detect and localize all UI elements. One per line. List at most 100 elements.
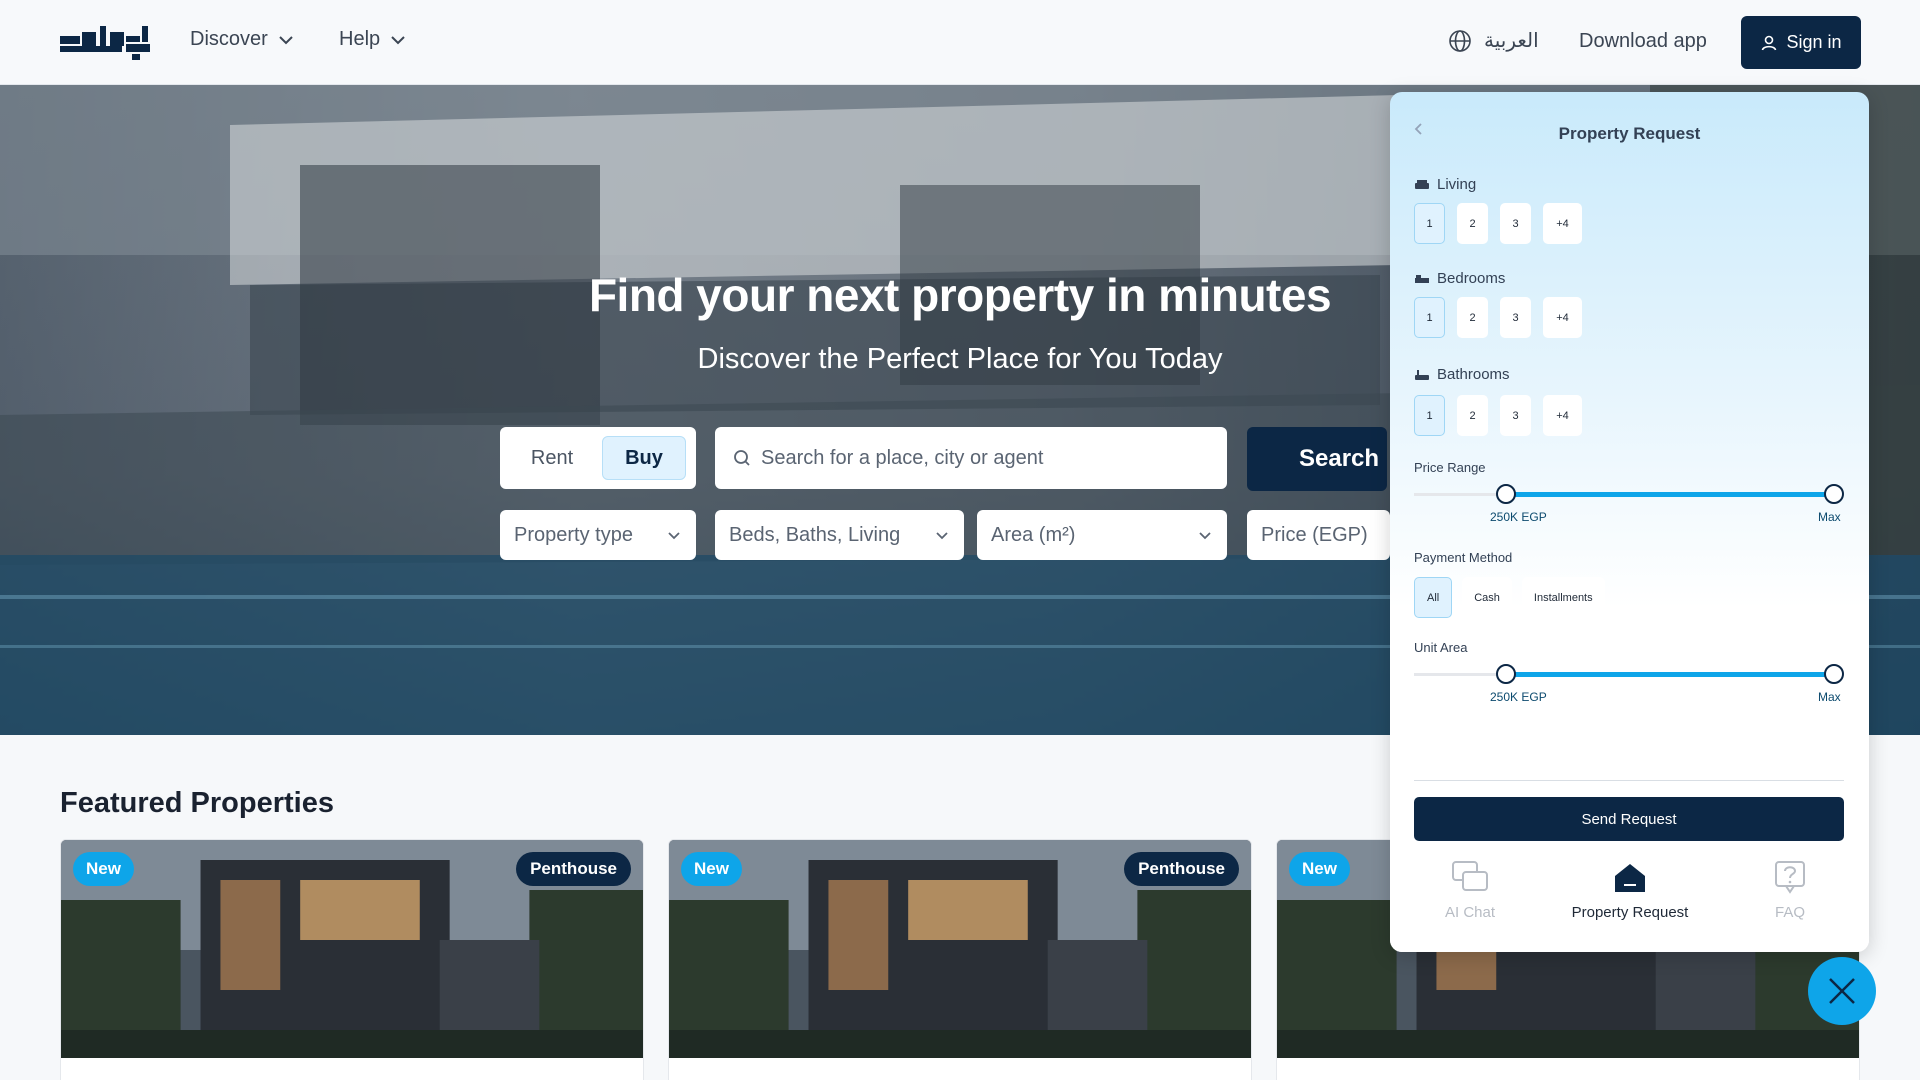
bathrooms-option[interactable]: 1	[1414, 395, 1445, 436]
chevron-down-icon	[391, 35, 405, 44]
chat-icon	[1452, 861, 1488, 891]
property-type-select[interactable]: Property type	[500, 510, 696, 560]
price-select[interactable]: Price (EGP)	[1247, 510, 1390, 560]
nav-discover[interactable]: Discover	[190, 28, 294, 51]
bathrooms-option[interactable]: +4	[1543, 395, 1582, 436]
close-chat-button[interactable]	[1808, 957, 1876, 1025]
unit-area-max-label: Max	[1818, 690, 1841, 704]
chevron-down-icon	[668, 532, 680, 540]
bathrooms-label: Bathrooms	[1414, 366, 1510, 383]
user-icon	[1762, 35, 1777, 50]
price-label: Price (EGP)	[1261, 523, 1368, 546]
bathrooms-option[interactable]: 3	[1500, 395, 1531, 436]
tab-faq[interactable]: FAQ	[1710, 860, 1869, 921]
tab-property-request[interactable]: Property Request	[1550, 860, 1710, 921]
slider-fill	[1506, 672, 1834, 677]
property-request-panel: Property Request Living 1 2 3 +4 Bedroom…	[1390, 92, 1869, 952]
search-icon	[734, 450, 750, 466]
home-icon	[1615, 864, 1645, 892]
language-switch[interactable]: العربية	[1448, 28, 1539, 53]
chevron-down-icon	[279, 35, 293, 44]
unit-area-label: Unit Area	[1414, 640, 1468, 655]
payment-option-cash[interactable]: Cash	[1462, 577, 1512, 618]
slider-min-handle[interactable]	[1496, 484, 1516, 504]
payment-option-installments[interactable]: Installments	[1521, 577, 1605, 618]
property-type-badge: Penthouse	[1124, 852, 1239, 886]
send-request-button[interactable]: Send Request	[1414, 797, 1844, 841]
sign-in-button[interactable]: Sign in	[1741, 16, 1861, 69]
divider	[1414, 780, 1844, 781]
new-badge: New	[681, 852, 742, 886]
search-input[interactable]: Search for a place, city or agent	[715, 427, 1227, 489]
slider-max-handle[interactable]	[1824, 484, 1844, 504]
bathtub-icon	[1415, 369, 1429, 380]
new-badge: New	[1289, 852, 1350, 886]
slider-fill	[1506, 492, 1834, 497]
rent-buy-toggle: Rent Buy	[500, 427, 696, 489]
beds-baths-label: Beds, Baths, Living	[729, 523, 901, 546]
slider-min-handle[interactable]	[1496, 664, 1516, 684]
unit-area-min-label: 250K EGP	[1490, 690, 1547, 704]
payment-option-all[interactable]: All	[1414, 577, 1453, 618]
tab-faq-label: FAQ	[1774, 904, 1805, 921]
brand-logo[interactable]	[60, 22, 150, 62]
language-label: العربية	[1484, 30, 1539, 52]
rent-option[interactable]: Rent	[510, 436, 594, 480]
nav-help-label: Help	[339, 28, 381, 50]
payment-options: All Cash Installments	[1414, 577, 1605, 618]
top-header: Discover Help العربية Download app Sign …	[0, 0, 1920, 85]
property-card[interactable]: New Penthouse	[60, 839, 644, 1080]
sofa-icon	[1415, 179, 1429, 189]
tab-ai-chat[interactable]: AI Chat	[1390, 860, 1550, 921]
price-range-label: Price Range	[1414, 460, 1486, 475]
price-max-label: Max	[1818, 510, 1841, 524]
chevron-down-icon	[936, 532, 948, 540]
search-button[interactable]: Search	[1247, 427, 1387, 491]
featured-properties-title: Featured Properties	[60, 787, 334, 819]
unit-area-slider[interactable]	[1414, 664, 1844, 684]
property-card[interactable]: New Penthouse	[668, 839, 1252, 1080]
chevron-down-icon	[1199, 532, 1211, 540]
bedrooms-option[interactable]: +4	[1543, 297, 1582, 338]
living-option[interactable]: 3	[1500, 203, 1531, 244]
living-text: Living	[1437, 176, 1477, 193]
living-option[interactable]: +4	[1543, 203, 1582, 244]
bathrooms-option[interactable]: 2	[1457, 395, 1488, 436]
bedrooms-option[interactable]: 1	[1414, 297, 1445, 338]
faq-icon	[1775, 861, 1805, 894]
living-options: 1 2 3 +4	[1414, 203, 1582, 244]
bathrooms-options: 1 2 3 +4	[1414, 395, 1582, 436]
tab-ai-chat-label: AI Chat	[1444, 904, 1496, 921]
search-placeholder: Search for a place, city or agent	[761, 446, 1044, 469]
download-app-link[interactable]: Download app	[1579, 30, 1707, 53]
area-label: Area (m²)	[991, 523, 1076, 546]
panel-title: Property Request	[1558, 124, 1701, 143]
nav-help[interactable]: Help	[339, 28, 406, 51]
sign-in-label: Sign in	[1786, 32, 1842, 52]
slider-max-handle[interactable]	[1824, 664, 1844, 684]
globe-icon	[1449, 29, 1471, 52]
buy-option[interactable]: Buy	[602, 436, 686, 480]
tab-property-request-label: Property Request	[1571, 904, 1689, 921]
bedrooms-option[interactable]: 3	[1500, 297, 1531, 338]
nav-discover-label: Discover	[190, 28, 268, 50]
bed-icon	[1415, 274, 1429, 283]
bedrooms-text: Bedrooms	[1437, 270, 1506, 287]
price-min-label: 250K EGP	[1490, 510, 1547, 524]
close-icon	[1829, 978, 1855, 1004]
area-select[interactable]: Area (m²)	[977, 510, 1227, 560]
property-type-badge: Penthouse	[516, 852, 631, 886]
bedrooms-options: 1 2 3 +4	[1414, 297, 1582, 338]
bedrooms-option[interactable]: 2	[1457, 297, 1488, 338]
bathrooms-text: Bathrooms	[1437, 366, 1510, 383]
living-option[interactable]: 2	[1457, 203, 1488, 244]
payment-method-label: Payment Method	[1414, 550, 1513, 565]
beds-baths-select[interactable]: Beds, Baths, Living	[715, 510, 964, 560]
bedrooms-label: Bedrooms	[1414, 270, 1505, 287]
price-range-slider[interactable]	[1414, 484, 1844, 504]
new-badge: New	[73, 852, 134, 886]
property-type-label: Property type	[514, 523, 633, 546]
living-option[interactable]: 1	[1414, 203, 1445, 244]
living-label: Living	[1414, 176, 1476, 193]
panel-tab-bar: AI Chat Property Request FAQ	[1390, 844, 1869, 952]
